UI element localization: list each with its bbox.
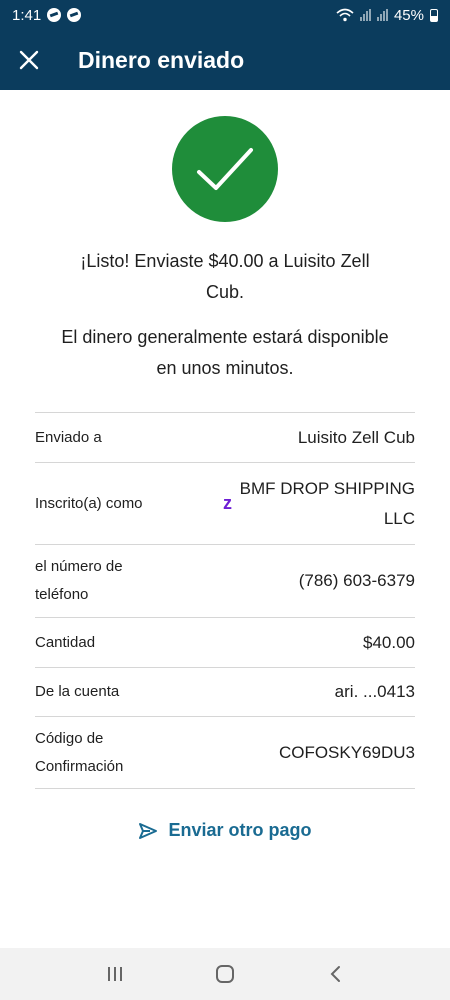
- details-table: Enviado a Luisito Zell Cub Inscrito(a) c…: [35, 412, 415, 789]
- home-icon: [216, 965, 234, 983]
- back-icon: [330, 966, 340, 982]
- check-circle-icon: [172, 116, 278, 222]
- signal-icon: [376, 9, 388, 21]
- availability-message: El dinero generalmente estará disponible…: [61, 327, 389, 378]
- status-bar: 1:41 45%: [0, 0, 450, 30]
- send-icon: [139, 822, 158, 839]
- detail-label: De la cuenta: [35, 683, 120, 700]
- zelle-logo-icon: z: [223, 493, 232, 513]
- detail-value: $40.00: [363, 632, 415, 652]
- detail-value: Luisito Zell Cub: [297, 427, 415, 447]
- close-button[interactable]: [0, 30, 58, 90]
- notification-icon: [47, 8, 62, 22]
- checkmark-icon: [197, 148, 253, 190]
- battery-icon: [430, 8, 438, 22]
- detail-value: (786) 603-6379: [298, 571, 415, 590]
- notification-icon: [67, 8, 82, 22]
- detail-label: el número de teléfono: [35, 558, 123, 603]
- detail-row-enrolled-as: Inscrito(a) como z BMF DROP SHIPPING LLC: [35, 462, 415, 544]
- close-icon: [19, 50, 39, 70]
- confirmation-message: ¡Listo! Enviaste $40.00 a Luisito Zell C…: [80, 251, 370, 302]
- detail-row-amount: Cantidad $40.00: [35, 617, 415, 667]
- detail-value: BMF DROP SHIPPING LLC: [239, 478, 415, 528]
- screen: 1:41 45% Dinero enviado ¡Listo! Enviaste…: [0, 0, 450, 1000]
- detail-label: Inscrito(a) como: [35, 494, 143, 512]
- app-header: Dinero enviado: [0, 30, 450, 90]
- wifi-icon: [336, 8, 354, 22]
- detail-value: ari. ...0413: [334, 682, 415, 701]
- system-nav-bar: [0, 948, 450, 1000]
- send-another-payment-label: Enviar otro pago: [168, 820, 312, 840]
- battery-percent: 45%: [393, 6, 424, 24]
- detail-row-sent-to: Enviado a Luisito Zell Cub: [35, 412, 415, 462]
- status-left: 1:41: [12, 6, 82, 24]
- recent-apps-icon: [108, 967, 122, 981]
- detail-row-phone: el número de teléfono (786) 603-6379: [35, 544, 415, 617]
- detail-value: COFOSKY69DU3: [278, 742, 415, 762]
- back-button[interactable]: [315, 954, 355, 994]
- send-another-payment-button[interactable]: Enviar otro pago: [0, 820, 450, 841]
- detail-label: Enviado a: [35, 428, 102, 446]
- page-title: Dinero enviado: [78, 46, 245, 73]
- signal-icon: [359, 9, 371, 21]
- detail-label: Código de Confirmación: [35, 729, 124, 775]
- home-button[interactable]: [205, 954, 245, 994]
- status-right: 45%: [336, 7, 438, 24]
- detail-label: Cantidad: [35, 633, 96, 651]
- recent-apps-button[interactable]: [95, 954, 135, 994]
- status-time: 1:41: [12, 6, 42, 24]
- detail-row-from-account: De la cuenta ari. ...0413: [35, 667, 415, 716]
- detail-row-confirmation: Código de Confirmación COFOSKY69DU3: [35, 716, 415, 789]
